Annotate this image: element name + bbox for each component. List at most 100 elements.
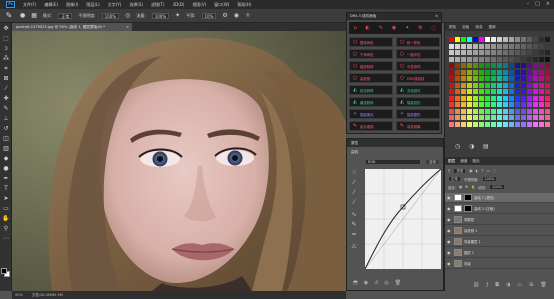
color-swatch[interactable] xyxy=(515,50,520,55)
clip-to-layer-icon[interactable]: ⬒ xyxy=(353,280,358,286)
color-swatch[interactable] xyxy=(479,43,484,49)
color-swatch[interactable] xyxy=(521,121,526,127)
color-swatch[interactable] xyxy=(527,69,532,75)
color-swatch[interactable] xyxy=(533,56,538,62)
color-swatch[interactable] xyxy=(455,76,460,81)
filter-shape-icon[interactable]: ▭ xyxy=(487,169,490,173)
eye-icon[interactable]: ◉ xyxy=(447,250,452,255)
color-swatch[interactable] xyxy=(461,121,466,127)
color-swatch[interactable] xyxy=(545,108,550,114)
color-swatch[interactable] xyxy=(545,63,550,68)
hand-tool-icon[interactable]: ✋ xyxy=(2,215,10,223)
color-swatch[interactable] xyxy=(461,82,466,88)
dr4-button[interactable]: ○ 高低频 xyxy=(349,73,393,83)
color-swatch[interactable] xyxy=(539,115,544,120)
color-swatch[interactable] xyxy=(497,95,502,101)
filter-type-icon[interactable]: T xyxy=(481,169,483,173)
color-swatch[interactable] xyxy=(545,102,550,107)
color-swatch[interactable] xyxy=(491,50,496,55)
dr4-button[interactable]: ◭ 锐化精修 xyxy=(349,85,393,95)
color-swatch[interactable] xyxy=(533,43,538,49)
color-swatch[interactable] xyxy=(533,37,538,42)
color-swatch[interactable] xyxy=(539,95,544,101)
color-swatch[interactable] xyxy=(473,121,478,127)
color-swatch[interactable] xyxy=(509,50,514,55)
color-swatch[interactable] xyxy=(515,82,520,88)
color-swatch[interactable] xyxy=(533,76,538,81)
channel-select[interactable]: RGB xyxy=(365,159,421,165)
dr4-star-icon[interactable]: ✦ xyxy=(405,25,409,31)
color-swatch[interactable] xyxy=(527,102,532,107)
clipping-warning-icon[interactable]: ⚠ xyxy=(350,243,358,251)
new-layer-icon[interactable]: ⊞ xyxy=(529,282,533,288)
marquee-tool-icon[interactable]: ⬚ xyxy=(2,35,10,43)
color-swatch[interactable] xyxy=(497,56,502,62)
color-swatch[interactable] xyxy=(497,121,502,127)
color-swatch[interactable] xyxy=(539,50,544,55)
color-swatch[interactable] xyxy=(461,108,466,114)
eye-icon[interactable]: ◉ xyxy=(447,206,452,211)
crop-tool-icon[interactable]: ⌗ xyxy=(2,65,10,73)
color-swatch[interactable] xyxy=(503,95,508,101)
color-swatch[interactable] xyxy=(485,108,490,114)
eye-icon[interactable]: ◉ xyxy=(447,228,452,233)
color-swatch[interactable] xyxy=(515,89,520,94)
color-swatch[interactable] xyxy=(449,76,454,81)
tab-swatches[interactable]: 色板 xyxy=(462,25,469,30)
color-swatch[interactable] xyxy=(485,89,490,94)
color-swatch[interactable] xyxy=(539,89,544,94)
color-swatch[interactable] xyxy=(521,43,526,49)
color-swatch[interactable] xyxy=(539,108,544,114)
color-swatch[interactable] xyxy=(485,115,490,120)
brush-settings-icon[interactable]: ▦ xyxy=(31,12,37,19)
color-swatch[interactable] xyxy=(467,95,472,101)
fill-field[interactable]: 100% xyxy=(489,184,505,190)
zoom-tool-icon[interactable]: ⚲ xyxy=(2,225,10,233)
gray-point-eyedropper-icon[interactable]: ⁄ xyxy=(350,189,358,197)
pressure-opacity-icon[interactable]: ◎ xyxy=(125,12,130,19)
color-swatch[interactable] xyxy=(479,50,484,55)
document-tab[interactable]: portrait-1579025.jpg @ 50% (曲线 1, 图层蒙版/8… xyxy=(12,23,132,31)
color-swatch[interactable] xyxy=(449,108,454,114)
tab-gradients[interactable]: 渐变 xyxy=(475,25,482,30)
color-swatch[interactable] xyxy=(521,102,526,107)
dr4-button[interactable]: ○ 一键中性 xyxy=(396,49,440,59)
opacity-field[interactable]: 100% xyxy=(101,12,120,19)
color-swatch[interactable] xyxy=(509,121,514,127)
color-swatch[interactable] xyxy=(491,108,496,114)
color-swatch[interactable] xyxy=(497,50,502,55)
color-swatch[interactable] xyxy=(455,82,460,88)
menu-item-image[interactable]: 图像(I) xyxy=(66,2,78,8)
color-swatch[interactable] xyxy=(449,121,454,127)
color-swatch[interactable] xyxy=(491,82,496,88)
brush-tool-icon[interactable]: ✎ xyxy=(2,105,10,113)
color-swatch[interactable] xyxy=(461,50,466,55)
color-swatch[interactable] xyxy=(521,89,526,94)
color-swatch[interactable] xyxy=(521,69,526,75)
menu-item-window[interactable]: 窗口(W) xyxy=(214,2,229,8)
color-swatch[interactable] xyxy=(455,63,460,68)
color-swatch[interactable] xyxy=(497,89,502,94)
color-swatch[interactable] xyxy=(485,43,490,49)
color-swatch[interactable] xyxy=(467,76,472,81)
color-swatch[interactable] xyxy=(473,43,478,49)
color-swatch[interactable] xyxy=(545,37,550,42)
color-swatch[interactable] xyxy=(479,56,484,62)
color-swatch[interactable] xyxy=(467,102,472,107)
color-swatch[interactable] xyxy=(533,115,538,120)
color-swatch[interactable] xyxy=(479,82,484,88)
color-swatch[interactable] xyxy=(467,69,472,75)
color-swatch[interactable] xyxy=(479,102,484,107)
flow-field[interactable]: 100% xyxy=(151,12,170,19)
color-swatch[interactable] xyxy=(527,37,532,42)
path-select-tool-icon[interactable]: ➤ xyxy=(2,195,10,203)
color-swatch[interactable] xyxy=(545,43,550,49)
color-swatch[interactable] xyxy=(461,102,466,107)
color-swatch[interactable] xyxy=(467,115,472,120)
color-swatch[interactable] xyxy=(473,115,478,120)
dr4-button[interactable]: ◭ 去色锐化 xyxy=(396,85,440,95)
color-swatch[interactable] xyxy=(485,121,490,127)
dr4-eye-icon[interactable]: ◉ xyxy=(392,25,396,31)
color-swatch[interactable] xyxy=(485,82,490,88)
color-swatch[interactable] xyxy=(515,69,520,75)
